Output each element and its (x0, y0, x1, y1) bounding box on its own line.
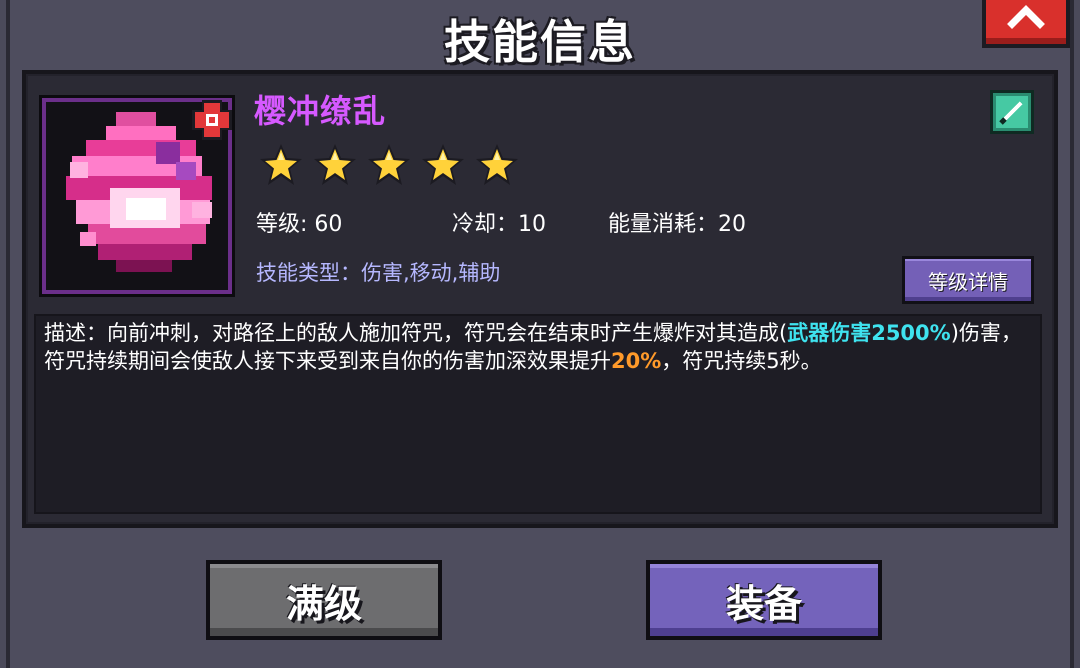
gold-star-icon (260, 144, 302, 185)
level-stat: 等级: 60 (256, 212, 343, 237)
cooldown-stat: 冷却：10 (452, 212, 546, 237)
description-text: 描述：向前冲刺，对路径上的敌人施加符咒，符咒会在结束时产生爆炸对其造成(武器伤害… (44, 319, 1029, 375)
max-level-button[interactable]: 满级 (206, 560, 442, 640)
star-rating (258, 142, 520, 188)
damage-boost-highlight: 20% (611, 349, 662, 373)
red-rank-badge-icon (192, 100, 232, 140)
equip-button[interactable]: 装备 (646, 560, 882, 640)
skill-types: 技能类型：伤害,移动,辅助 (256, 261, 501, 285)
weapon-damage-highlight: 武器伤害2500% (787, 321, 951, 345)
close-button[interactable] (982, 0, 1070, 48)
energy-cost-stat: 能量消耗：20 (608, 212, 746, 237)
gold-star-icon (476, 144, 518, 185)
description-part-3: ，符咒持续5秒。 (661, 349, 822, 373)
description-part-1: 描述：向前冲刺，对路径上的敌人施加符咒，符咒会在结束时产生爆炸对其造成( (44, 321, 788, 345)
weapon-slot-button[interactable] (990, 90, 1034, 134)
skill-name: 樱冲缭乱 (254, 92, 387, 130)
dialog-title: 技能信息 (444, 15, 636, 69)
gold-star-icon (314, 144, 356, 185)
level-details-button[interactable]: 等级详情 (902, 256, 1034, 304)
sword-weapon-icon (999, 101, 1023, 125)
gold-star-icon (422, 144, 464, 185)
close-x-icon (1007, 5, 1045, 29)
gold-star-icon (368, 144, 410, 185)
